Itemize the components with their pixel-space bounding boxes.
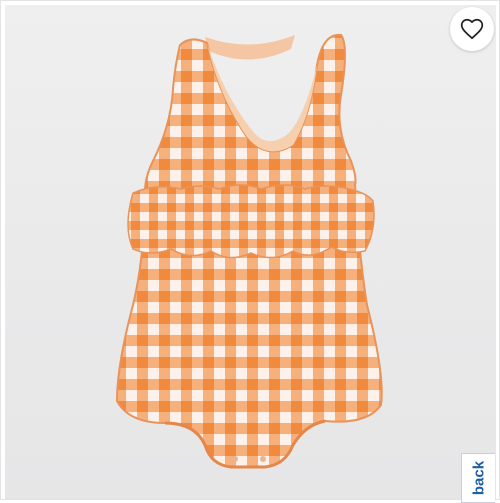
product-card: back <box>0 0 500 503</box>
romper-illustration <box>115 33 383 469</box>
heart-outline-icon <box>460 18 484 40</box>
feedback-tab-label: back <box>470 460 487 496</box>
favorite-button[interactable] <box>450 7 494 51</box>
product-image[interactable] <box>5 5 496 499</box>
feedback-tab[interactable]: back <box>461 453 495 503</box>
